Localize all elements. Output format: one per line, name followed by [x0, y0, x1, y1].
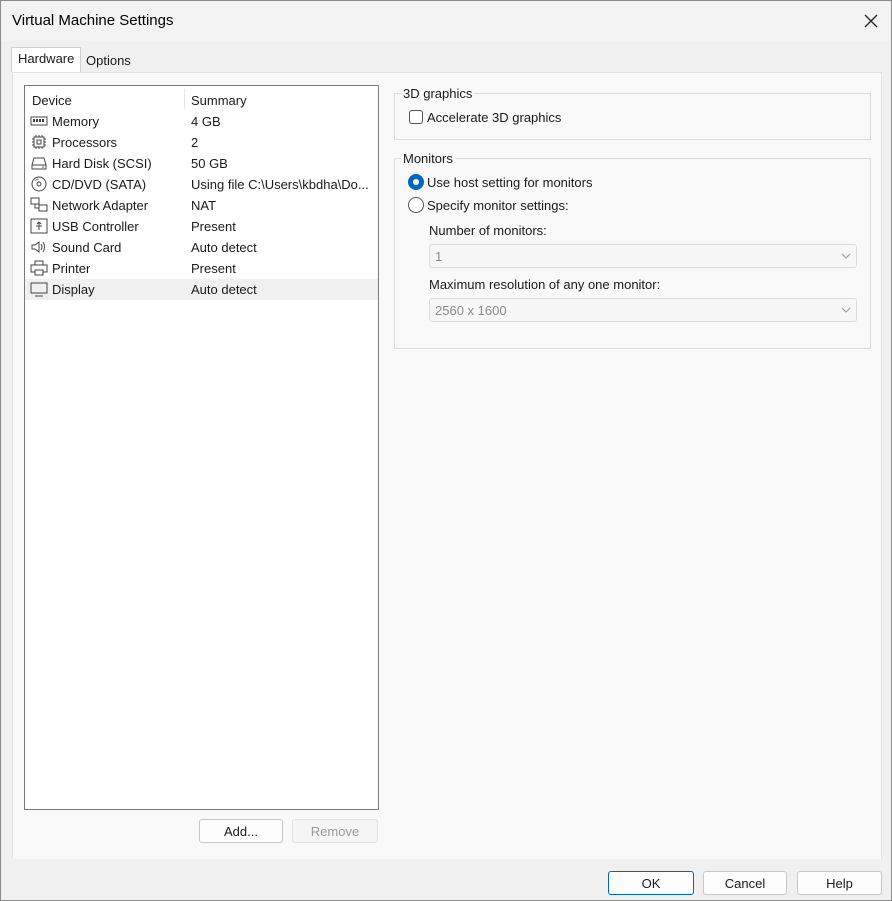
monitor-icon — [30, 282, 48, 297]
window-title: Virtual Machine Settings — [12, 12, 174, 29]
help-button[interactable]: Help — [797, 871, 882, 895]
specify-monitor-label[interactable]: Specify monitor settings: — [427, 198, 569, 213]
title-bar: Virtual Machine Settings — [1, 1, 891, 41]
ok-button[interactable]: OK — [608, 871, 694, 895]
cancel-button[interactable]: Cancel — [703, 871, 787, 895]
device-summary: Auto detect — [191, 240, 257, 255]
device-name: Sound Card — [52, 240, 122, 255]
device-name: CD/DVD (SATA) — [52, 177, 147, 192]
hard-disk-icon — [31, 157, 47, 170]
chevron-down-icon — [841, 307, 851, 313]
number-of-monitors-value: 1 — [435, 249, 443, 264]
column-header-device[interactable]: Device — [32, 93, 72, 108]
device-summary: Present — [191, 261, 236, 276]
device-summary: 4 GB — [191, 114, 221, 129]
speaker-icon — [31, 241, 45, 253]
device-row-sound-card[interactable]: Sound Card Auto detect — [25, 237, 378, 258]
device-row-processors[interactable]: Processors 2 — [25, 132, 378, 153]
chevron-down-icon — [841, 253, 851, 259]
specify-monitor-radio[interactable] — [408, 197, 424, 213]
close-icon — [864, 14, 878, 28]
device-name: Processors — [52, 135, 118, 150]
graphics-group-title: 3D graphics — [401, 86, 475, 101]
settings-window: Virtual Machine Settings Hardware Option… — [0, 0, 892, 901]
device-summary: Present — [191, 219, 236, 234]
printer-icon — [30, 260, 48, 276]
max-resolution-select[interactable]: 2560 x 1600 — [429, 298, 857, 322]
max-resolution-value: 2560 x 1600 — [435, 303, 507, 318]
max-resolution-label: Maximum resolution of any one monitor: — [429, 277, 661, 292]
tab-options[interactable]: Options — [80, 50, 137, 72]
device-row-printer[interactable]: Printer Present — [25, 258, 378, 279]
number-of-monitors-label: Number of monitors: — [429, 223, 547, 238]
dialog-footer: OK Cancel Help — [1, 859, 891, 900]
network-adapter-icon — [30, 197, 48, 212]
processor-icon — [32, 135, 46, 149]
remove-button[interactable]: Remove — [292, 819, 378, 843]
device-row-network-adapter[interactable]: Network Adapter NAT — [25, 195, 378, 216]
column-divider[interactable] — [184, 89, 185, 109]
close-button[interactable] — [857, 7, 885, 35]
column-header-summary[interactable]: Summary — [191, 93, 247, 108]
tab-hardware[interactable]: Hardware — [11, 47, 82, 72]
device-summary: Auto detect — [191, 282, 257, 297]
accelerate-3d-label[interactable]: Accelerate 3D graphics — [427, 110, 561, 125]
use-host-radio[interactable] — [408, 174, 424, 190]
device-name: Memory — [52, 114, 99, 129]
add-button[interactable]: Add... — [199, 819, 283, 843]
device-name: Network Adapter — [52, 198, 149, 213]
number-of-monitors-select[interactable]: 1 — [429, 244, 857, 268]
cd-dvd-icon — [31, 176, 47, 192]
device-list[interactable]: Device Summary Memory 4 GB Processors 2 … — [24, 85, 379, 810]
list-header: Device Summary — [25, 86, 378, 112]
device-row-memory[interactable]: Memory 4 GB — [25, 111, 378, 132]
device-summary: 2 — [191, 135, 199, 150]
device-summary: NAT — [191, 198, 217, 213]
memory-icon — [30, 116, 48, 126]
usb-icon — [30, 218, 48, 234]
device-row-cd-dvd[interactable]: CD/DVD (SATA) Using file C:\Users\kbdha\… — [25, 174, 378, 195]
device-name: Printer — [52, 261, 91, 276]
device-row-usb-controller[interactable]: USB Controller Present — [25, 216, 378, 237]
device-name: Hard Disk (SCSI) — [52, 156, 152, 171]
use-host-label[interactable]: Use host setting for monitors — [427, 175, 592, 190]
device-summary: Using file C:\Users\kbdha\Do... — [191, 177, 369, 192]
monitors-group-title: Monitors — [401, 151, 455, 166]
device-name: USB Controller — [52, 219, 139, 234]
device-row-display[interactable]: Display Auto detect — [25, 279, 378, 300]
device-name: Display — [52, 282, 95, 297]
device-summary: 50 GB — [191, 156, 228, 171]
device-row-hard-disk[interactable]: Hard Disk (SCSI) 50 GB — [25, 153, 378, 174]
accelerate-3d-checkbox[interactable] — [409, 110, 423, 124]
